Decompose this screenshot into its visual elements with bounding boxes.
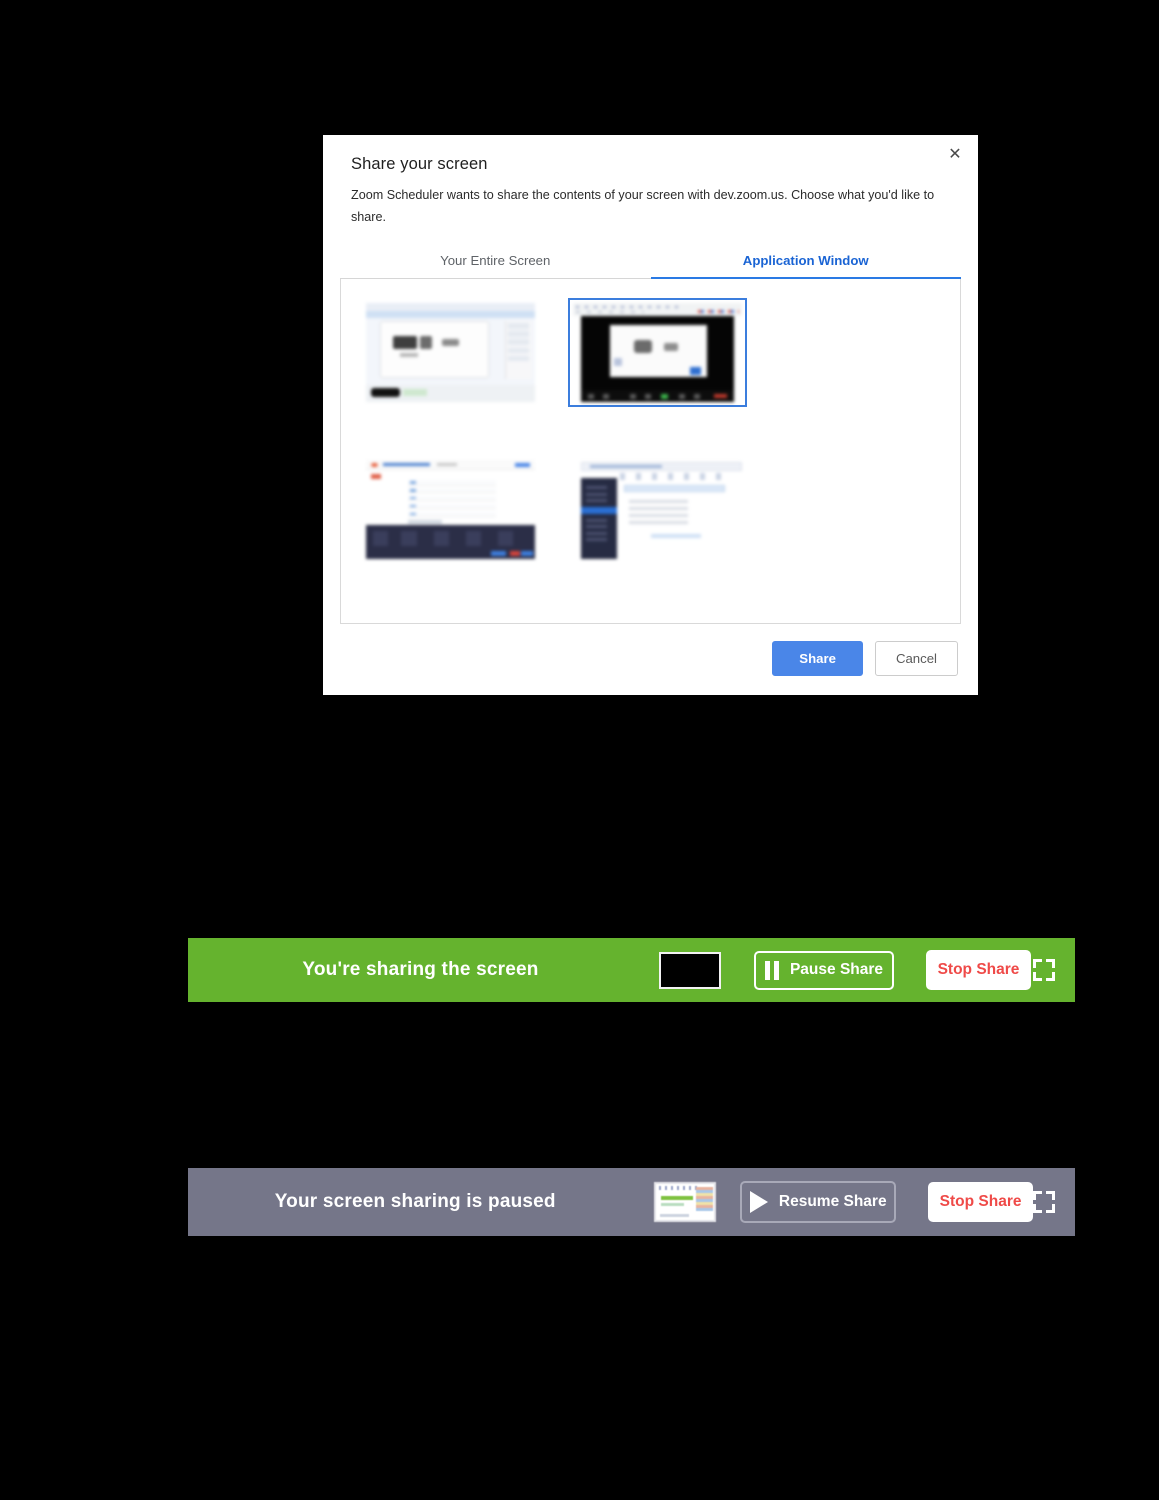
- dialog-title: Share your screen: [351, 155, 488, 173]
- dialog-description: Zoom Scheduler wants to share the conten…: [351, 188, 935, 224]
- share-screen-dialog: ✕ Share your screen Zoom Scheduler wants…: [323, 135, 978, 695]
- thumbnail-frame-selected: [568, 298, 747, 408]
- thumbnail-frame: [361, 455, 540, 564]
- resume-share-button[interactable]: Resume Share: [740, 1181, 897, 1223]
- stop-share-button-paused[interactable]: Stop Share: [928, 1182, 1034, 1222]
- stop-share-label: Stop Share: [937, 961, 1020, 978]
- close-icon[interactable]: ✕: [944, 144, 966, 166]
- expand-icon[interactable]: [1033, 1191, 1055, 1213]
- presentation-window-preview: [366, 303, 535, 403]
- mail-client-window-preview: [573, 460, 742, 560]
- share-button[interactable]: Share: [772, 641, 863, 676]
- tab-application-window[interactable]: Application Window: [650, 246, 961, 280]
- tab-your-entire-screen[interactable]: Your Entire Screen: [340, 246, 651, 279]
- source-item-zoom-meeting-window[interactable]: [554, 295, 761, 410]
- pause-icon: [764, 960, 779, 980]
- screen-sharing-bar: You're sharing the screen Pause Share St…: [188, 938, 1075, 1002]
- source-item-presentation-window[interactable]: [347, 295, 554, 410]
- source-item-web-page-window[interactable]: [347, 452, 554, 567]
- cancel-button[interactable]: Cancel: [874, 641, 958, 676]
- play-icon: [749, 1191, 768, 1213]
- source-item-mail-client-window[interactable]: [554, 452, 761, 567]
- paused-window-thumbnail[interactable]: [654, 1182, 717, 1222]
- pause-share-button[interactable]: Pause Share: [754, 950, 894, 990]
- web-page-window-preview: [366, 460, 535, 560]
- paused-status-label: Your screen sharing is paused: [274, 1191, 556, 1212]
- zoom-meeting-window-preview: [573, 303, 742, 403]
- stop-share-button[interactable]: Stop Share: [926, 950, 1031, 990]
- pause-share-label: Pause Share: [789, 961, 884, 978]
- expand-icon[interactable]: [1033, 959, 1055, 981]
- source-type-tabs: Your Entire Screen Application Window: [340, 245, 961, 280]
- shared-window-thumbnail[interactable]: [659, 951, 721, 989]
- dialog-action-bar: Share Cancel: [323, 624, 978, 695]
- sharing-status-label: You're sharing the screen: [302, 959, 539, 980]
- resume-share-label: Resume Share: [778, 1193, 887, 1210]
- screen-sharing-paused-bar: Your screen sharing is paused Resume Sha…: [188, 1168, 1075, 1236]
- stop-share-label: Stop Share: [939, 1193, 1022, 1210]
- thumbnail-frame: [568, 455, 747, 564]
- screenshot-canvas: ✕ Share your screen Zoom Scheduler wants…: [0, 0, 1159, 1500]
- thumbnail-frame: [361, 298, 540, 407]
- source-thumbnail-grid: [340, 279, 961, 624]
